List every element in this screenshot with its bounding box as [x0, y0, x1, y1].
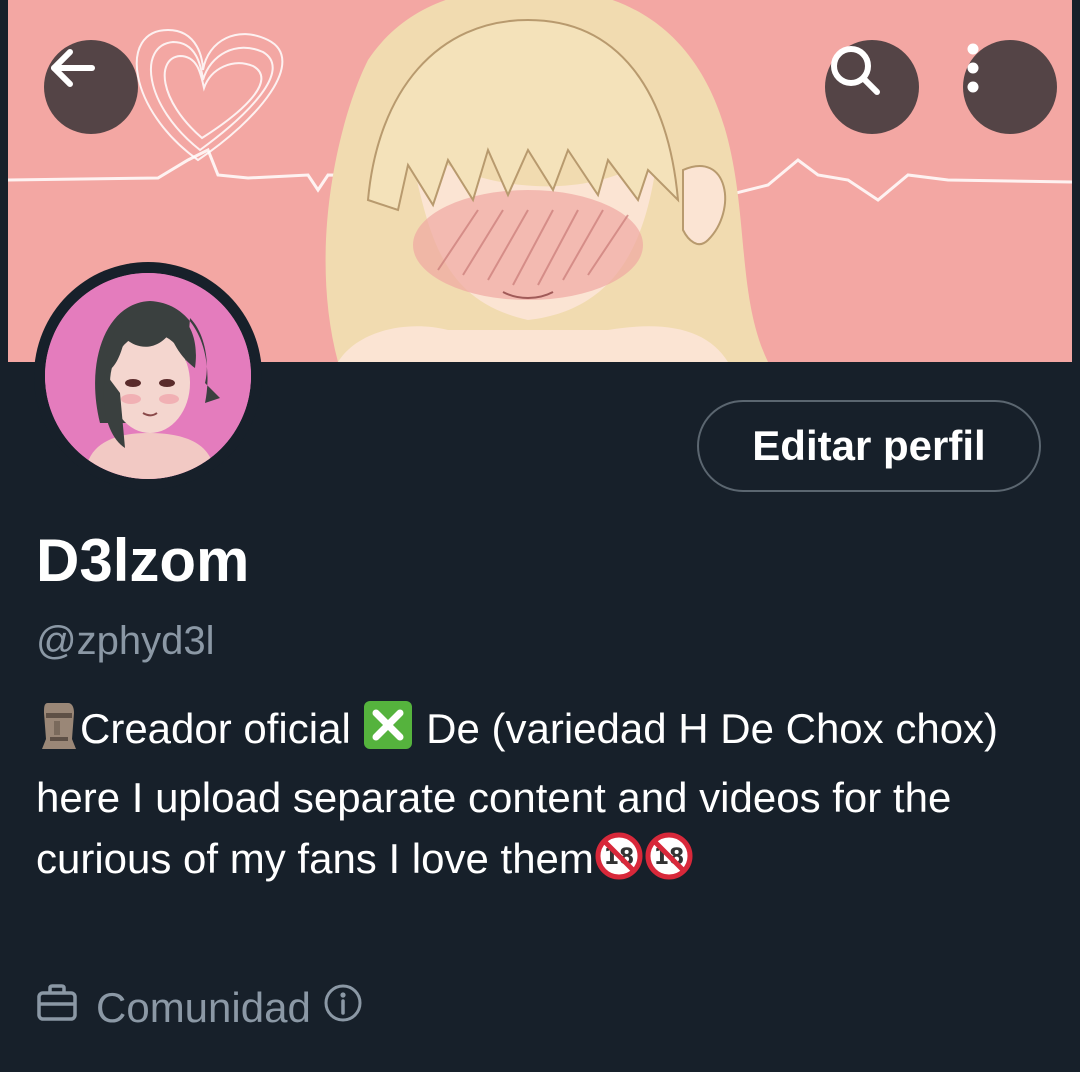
edit-profile-button[interactable]: Editar perfil — [697, 400, 1041, 492]
bio-text-part1: Creador oficial — [80, 705, 351, 752]
display-name: D3lzom — [36, 527, 250, 594]
profile-category: Comunidad — [36, 978, 363, 1038]
avatar[interactable] — [34, 262, 262, 490]
category-label: Comunidad — [96, 984, 311, 1031]
no-one-under-eighteen-icon: 18 — [644, 831, 694, 897]
cross-mark-button-icon — [362, 699, 414, 767]
profile-bio: Creador oficial De (variedad H De Chox c… — [36, 698, 1036, 897]
moai-icon — [36, 699, 80, 767]
info-icon[interactable] — [323, 983, 363, 1033]
avatar-image — [45, 273, 251, 479]
more-options-button[interactable] — [963, 40, 1057, 134]
user-handle: @zphyd3l — [36, 619, 215, 663]
briefcase-icon — [36, 983, 78, 1033]
search-button[interactable] — [825, 40, 919, 134]
back-button[interactable] — [44, 40, 138, 134]
no-one-under-eighteen-icon: 18 — [594, 831, 644, 897]
profile-page: Editar perfil D3lzom @zphyd3l Creador of… — [0, 0, 1080, 1072]
